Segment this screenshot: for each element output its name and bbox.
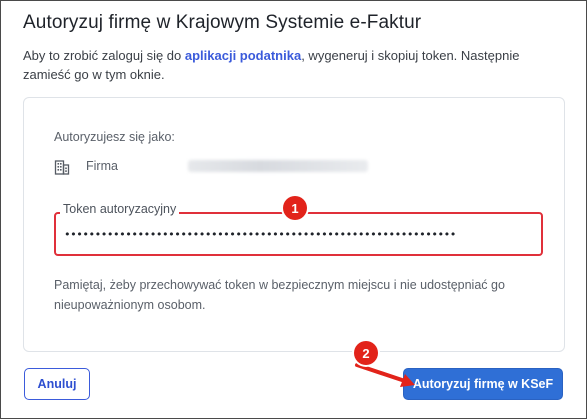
token-label: Token autoryzacyjny [60, 202, 180, 216]
firm-value-redacted [188, 160, 368, 172]
dialog-title: Autoryzuj firmę w Krajowym Systemie e-Fa… [23, 12, 422, 33]
auth-as-label: Autoryzujesz się jako: [54, 130, 175, 144]
intro-text-start: Aby to zrobić zaloguj się do [23, 48, 185, 63]
taxpayer-app-link[interactable]: aplikacji podatnika [185, 48, 301, 63]
authorize-dialog: Autoryzuj firmę w Krajowym Systemie e-Fa… [0, 0, 587, 419]
security-hint: Pamiętaj, żeby przechowywać token w bezp… [54, 278, 505, 312]
authorize-ksef-button[interactable]: Autoryzuj firmę w KSeF [403, 368, 563, 400]
token-input[interactable] [64, 224, 524, 244]
cancel-button[interactable]: Anuluj [24, 368, 90, 400]
firm-label: Firma [86, 159, 118, 173]
dialog-intro: Aby to zrobić zaloguj się do aplikacji p… [23, 46, 568, 84]
auth-panel: Autoryzujesz się jako: Firma Token autor… [23, 97, 565, 352]
step-badge-2: 2 [354, 341, 378, 365]
step-badge-1: 1 [283, 196, 307, 220]
building-icon [54, 160, 70, 175]
